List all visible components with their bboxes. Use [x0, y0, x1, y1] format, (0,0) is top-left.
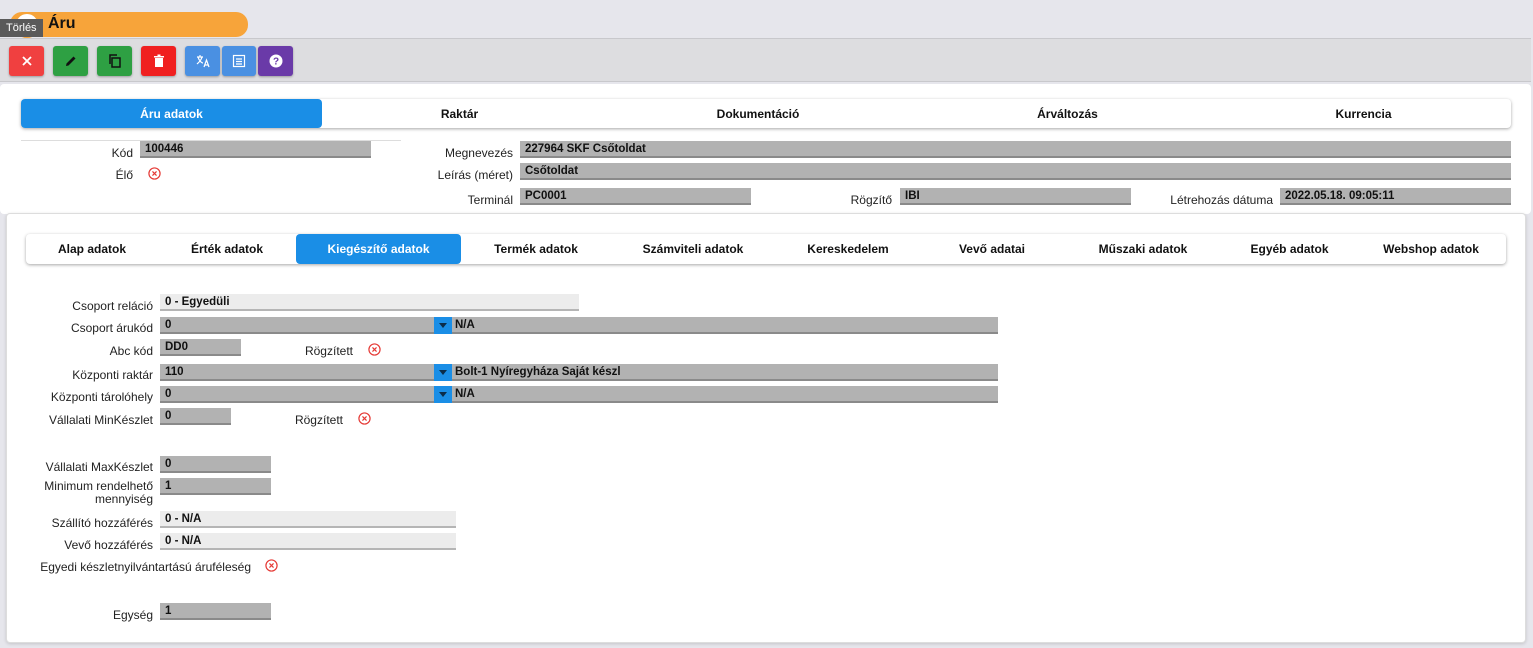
copy-button[interactable] — [97, 46, 132, 76]
help-button[interactable]: ? — [258, 46, 293, 76]
egyedi-status-icon[interactable] — [265, 559, 278, 572]
tab-egyeb-adatok[interactable]: Egyéb adatok — [1223, 234, 1356, 264]
pencil-icon — [65, 56, 75, 66]
tab-kurrencia[interactable]: Kurrencia — [1216, 99, 1511, 128]
kozponti-tarolohely-name: N/A — [452, 386, 998, 403]
kod-label: Kód — [111, 146, 133, 160]
min-rendelheto-label-2: mennyiség — [94, 492, 153, 506]
csoport-arukod-label: Csoport árukód — [70, 321, 153, 335]
tooltip: Törlés — [0, 19, 43, 37]
rogzito-field[interactable]: IBI — [900, 188, 1131, 205]
tab-kiegeszito-adatok[interactable]: Kiegészítő adatok — [296, 234, 461, 264]
min-keszlet-field[interactable]: 0 — [160, 408, 231, 425]
letrehozas-field[interactable]: 2022.05.18. 09:05:11 — [1280, 188, 1511, 205]
main-panel — [6, 213, 1526, 643]
vevo-field[interactable]: 0 - N/A — [160, 533, 456, 550]
kozponti-raktar-field[interactable]: 110 — [160, 364, 434, 381]
rogzitett2-status-icon[interactable] — [358, 412, 371, 425]
min-keszlet-label: Vállalati MinKészlet — [48, 413, 153, 427]
tab-arvaltozas[interactable]: Árváltozás — [919, 99, 1216, 128]
tab-muszaki-adatok[interactable]: Műszaki adatok — [1063, 234, 1223, 264]
min-rendelheto-field[interactable]: 1 — [160, 478, 271, 495]
tab-szamviteli-adatok[interactable]: Számviteli adatok — [611, 234, 775, 264]
toolbar: ? — [0, 38, 1531, 82]
close-icon — [21, 56, 32, 66]
elo-status-icon[interactable] — [148, 167, 161, 180]
leiras-label: Leírás (méret) — [437, 168, 513, 182]
abc-kod-label: Abc kód — [109, 344, 153, 358]
szallito-label: Szállító hozzáférés — [51, 516, 153, 530]
tab-ertek-adatok[interactable]: Érték adatok — [158, 234, 296, 264]
kozponti-raktar-label: Központi raktár — [72, 368, 153, 382]
szallito-field[interactable]: 0 - N/A — [160, 511, 456, 528]
csoport-arukod-dropdown-icon[interactable] — [434, 317, 452, 334]
egyedi-label: Egyedi készletnyilvántartású áruféleség — [40, 560, 251, 574]
kozponti-raktar-name: Bolt-1 Nyíregyháza Saját készl — [452, 364, 998, 381]
tab-webshop-adatok[interactable]: Webshop adatok — [1356, 234, 1506, 264]
min-rendelheto-label-1: Minimum rendelhető — [44, 479, 153, 493]
leiras-field[interactable]: Csőtoldat — [520, 163, 1511, 180]
rogzitett-status-icon[interactable] — [368, 343, 381, 356]
csoport-relacio-field[interactable]: 0 - Egyedüli — [160, 294, 579, 311]
help-icon: ? — [269, 54, 282, 68]
abc-kod-field[interactable]: DD0 — [160, 339, 241, 356]
tab-termek-adatok[interactable]: Termék adatok — [461, 234, 611, 264]
translate-icon — [196, 55, 210, 68]
sub-tabs: Alap adatok Érték adatok Kiegészítő adat… — [26, 234, 1506, 264]
egyseg-label: Egység — [112, 608, 153, 622]
copy-icon — [108, 54, 121, 68]
csoport-relacio-label: Csoport reláció — [72, 299, 153, 313]
list-button[interactable] — [222, 46, 256, 76]
svg-text:?: ? — [272, 57, 278, 68]
letrehozas-label: Létrehozás dátuma — [1170, 193, 1273, 207]
kozponti-tarolohely-label: Központi tárolóhely — [50, 390, 153, 404]
terminal-label: Terminál — [467, 193, 513, 207]
tab-aru-adatok[interactable]: Áru adatok — [21, 99, 322, 128]
megnevezes-label: Megnevezés — [444, 146, 513, 160]
delete-button[interactable] — [141, 46, 176, 76]
window-title-bar — [10, 12, 248, 37]
list-icon — [232, 54, 246, 68]
terminal-field[interactable]: PC0001 — [520, 188, 751, 205]
kozponti-tarolohely-dropdown-icon[interactable] — [434, 386, 452, 403]
csoport-arukod-name: N/A — [452, 317, 998, 334]
csoport-arukod-field[interactable]: 0 — [160, 317, 434, 334]
megnevezes-field[interactable]: 227964 SKF Csőtoldat — [520, 141, 1511, 158]
egyseg-field[interactable]: 1 — [160, 603, 271, 620]
translate-button[interactable] — [185, 46, 220, 76]
tab-dokumentacio[interactable]: Dokumentáció — [597, 99, 919, 128]
kozponti-raktar-dropdown-icon[interactable] — [434, 364, 452, 381]
max-keszlet-field[interactable]: 0 — [160, 456, 271, 473]
kod-field[interactable]: 100446 — [140, 141, 371, 158]
rogzitett-label: Rögzített — [304, 344, 353, 358]
vevo-label: Vevő hozzáférés — [64, 538, 153, 552]
rogzitett2-label: Rögzített — [294, 413, 343, 427]
edit-button[interactable] — [53, 46, 88, 76]
trash-icon — [153, 54, 164, 67]
kozponti-tarolohely-field[interactable]: 0 — [160, 386, 434, 403]
tab-kereskedelem[interactable]: Kereskedelem — [775, 234, 921, 264]
tab-raktar[interactable]: Raktár — [322, 99, 597, 128]
window-title: Áru — [48, 15, 76, 32]
max-keszlet-label: Vállalati MaxKészlet — [45, 460, 153, 474]
close-button[interactable] — [9, 46, 44, 76]
tab-vevo-adatai[interactable]: Vevő adatai — [921, 234, 1063, 264]
top-tabs: Áru adatok Raktár Dokumentáció Árváltozá… — [21, 99, 1511, 128]
elo-label: Élő — [115, 168, 133, 182]
rogzito-label: Rögzítő — [850, 193, 892, 207]
tab-alap-adatok[interactable]: Alap adatok — [26, 234, 158, 264]
